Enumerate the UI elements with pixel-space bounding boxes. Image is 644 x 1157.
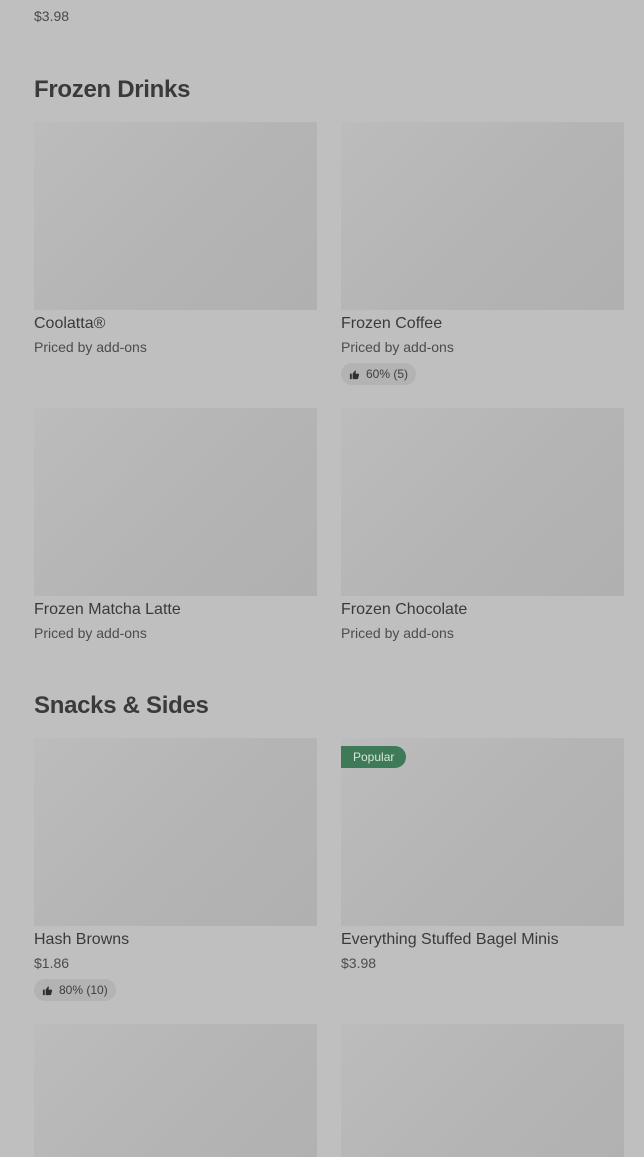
menu-item-card[interactable]: Popular Everything Stuffed Bagel Minis $… [341,738,624,970]
item-name[interactable]: Frozen Coffee [341,316,624,332]
menu-item-card[interactable] [341,1024,624,1157]
section-title: Frozen Drinks [34,76,191,103]
item-price: Priced by add-ons [34,625,147,641]
menu-item-card[interactable]: Frozen Chocolate Priced by add-ons [341,408,624,640]
item-name[interactable]: Everything Stuffed Bagel Minis [341,932,624,948]
item-name[interactable]: Coolatta® [34,316,317,332]
menu-page: $3.98 Frozen Drinks Coolatta® Priced by … [0,0,644,1157]
item-name[interactable]: Hash Browns [34,932,317,948]
item-image[interactable] [341,122,624,310]
item-name[interactable]: Frozen Chocolate [341,602,624,618]
menu-item-card[interactable]: Frozen Matcha Latte Priced by add-ons [34,408,317,640]
rating-text: 80% (10) [59,983,108,997]
menu-item-card[interactable]: Coolatta® Priced by add-ons [34,122,317,354]
item-image[interactable] [341,1024,624,1157]
rating-text: 60% (5) [366,367,409,381]
item-price: $1.86 [34,955,70,971]
rating-badge: 60% (5) [341,363,417,385]
menu-item-card[interactable]: Frozen Coffee Priced by add-ons 60% (5) [341,122,624,385]
section-title: Snacks & Sides [34,692,209,719]
item-name[interactable]: Frozen Matcha Latte [34,602,317,618]
item-image[interactable]: Popular [341,738,624,926]
rating-badge: 80% (10) [34,979,116,1001]
item-image[interactable] [34,1024,317,1157]
section-frozen-drinks: Frozen Drinks [34,76,624,104]
menu-item-card[interactable]: Hash Browns $1.86 80% (10) [34,738,317,1001]
item-price: Priced by add-ons [341,625,454,641]
item-price: $3.98 [341,955,377,971]
item-image[interactable] [34,122,317,310]
item-image[interactable] [34,738,317,926]
item-image[interactable] [34,408,317,596]
menu-item-card[interactable] [34,1024,317,1157]
section-snacks-sides: Snacks & Sides [34,692,624,720]
popular-badge: Popular [341,746,407,768]
thumbs-up-icon [42,985,53,996]
thumbs-up-icon [349,369,360,380]
item-image[interactable] [341,408,624,596]
item-price: Priced by add-ons [341,339,454,355]
item-price: $3.98 [34,8,70,24]
item-price: Priced by add-ons [34,339,147,355]
